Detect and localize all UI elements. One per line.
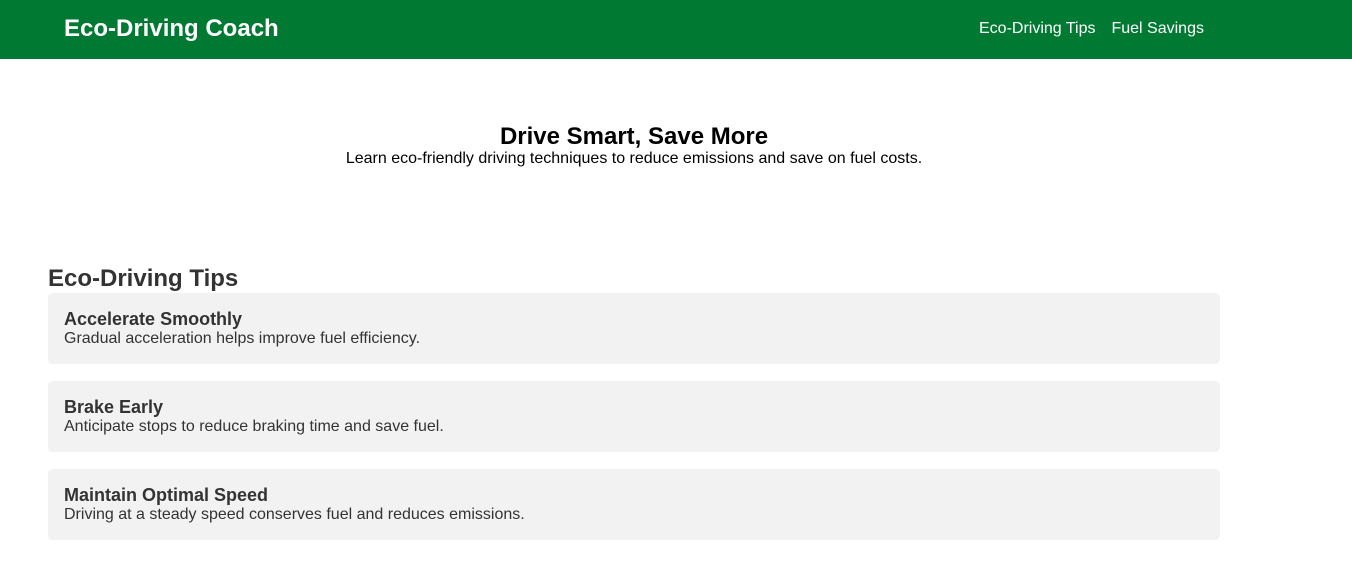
tips-section-title: Eco-Driving Tips <box>48 265 239 292</box>
tip-card: Maintain Optimal Speed Driving at a stea… <box>48 469 1220 540</box>
tip-card: Brake Early Anticipate stops to reduce b… <box>48 381 1220 452</box>
top-header: Eco-Driving Coach Eco-Driving Tips Fuel … <box>0 0 1352 59</box>
brand-title[interactable]: Eco-Driving Coach <box>64 14 279 44</box>
nav-link-eco-driving-tips[interactable]: Eco-Driving Tips <box>979 19 1095 39</box>
tip-title: Maintain Optimal Speed <box>64 485 269 505</box>
nav-link-fuel-savings[interactable]: Fuel Savings <box>1111 19 1204 39</box>
tip-description: Anticipate stops to reduce braking time … <box>64 418 444 435</box>
tip-title: Brake Early <box>64 397 164 417</box>
hero-section: Drive Smart, Save More Learn eco-friendl… <box>0 122 1268 167</box>
tip-description: Gradual acceleration helps improve fuel … <box>64 330 421 347</box>
tip-title: Accelerate Smoothly <box>64 309 243 329</box>
main-nav: Eco-Driving Tips Fuel Savings <box>979 19 1204 39</box>
hero-title: Drive Smart, Save More <box>499 123 769 150</box>
tip-description: Driving at a steady speed conserves fuel… <box>64 506 525 523</box>
hero-subtitle: Learn eco-friendly driving techniques to… <box>345 150 923 167</box>
tip-card: Accelerate Smoothly Gradual acceleration… <box>48 293 1220 364</box>
tips-list: Accelerate Smoothly Gradual acceleration… <box>48 293 1220 557</box>
